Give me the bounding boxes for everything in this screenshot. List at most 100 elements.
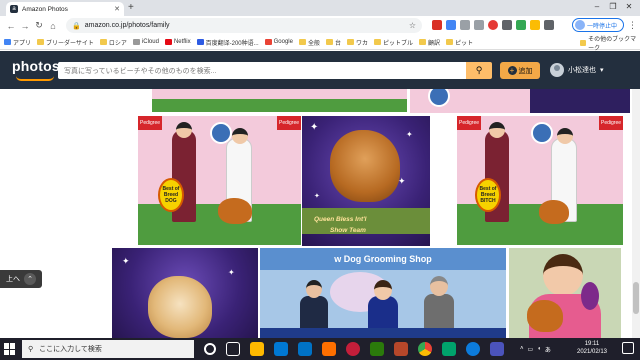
folder-icon bbox=[347, 39, 355, 45]
photo-thumbnail[interactable] bbox=[410, 89, 630, 113]
maximize-icon[interactable]: ❐ bbox=[606, 2, 620, 11]
bookmark-item[interactable]: 全般 bbox=[298, 38, 320, 47]
chrome-icon[interactable] bbox=[418, 342, 432, 356]
netflix-icon bbox=[164, 39, 172, 45]
add-button[interactable]: + 追加 bbox=[500, 62, 540, 79]
photo-thumbnail[interactable] bbox=[152, 89, 407, 112]
forward-icon[interactable]: → bbox=[18, 21, 32, 31]
ime-indicator[interactable]: あ bbox=[545, 345, 551, 354]
chevron-down-icon: ▾ bbox=[600, 67, 604, 74]
notification-icon[interactable] bbox=[622, 342, 634, 354]
shop-banner-text: w Dog Grooming Shop bbox=[334, 254, 432, 264]
browser-tab[interactable]: a Amazon Photos ✕ bbox=[6, 2, 124, 16]
menu-kebab-icon[interactable]: ⋮ bbox=[628, 20, 637, 31]
scrollbar-thumb[interactable] bbox=[633, 282, 639, 314]
search-button[interactable]: ⚲ bbox=[466, 62, 492, 79]
photo-thumbnail[interactable]: Pedigree Pedigree Best of Breed BITCH bbox=[457, 116, 623, 245]
app-icon[interactable] bbox=[322, 342, 336, 356]
baidu-icon bbox=[196, 39, 204, 45]
taskbar-search-input[interactable]: ⚲ ここに入力して検索 bbox=[22, 340, 194, 358]
folder-icon bbox=[374, 39, 382, 45]
apps-icon bbox=[4, 39, 11, 45]
bookmark-item[interactable]: iCloud bbox=[132, 39, 159, 45]
bookmark-item[interactable]: ピットブル bbox=[374, 38, 413, 47]
pause-label: 一時停止中 bbox=[587, 23, 618, 30]
download-extension-icon[interactable] bbox=[460, 20, 470, 30]
folder-icon bbox=[580, 39, 587, 46]
google-icon bbox=[264, 39, 272, 45]
extension-icon-3[interactable] bbox=[516, 20, 526, 30]
other-bookmarks[interactable]: その他のブックマーク bbox=[580, 35, 640, 52]
extension-icon-4[interactable] bbox=[530, 20, 540, 30]
plus-icon: + bbox=[507, 66, 517, 75]
photo-thumbnail[interactable]: ✦ ✦ ✦ ✦ Queen Bless Int'l Show Team bbox=[302, 116, 430, 246]
app-icon-4[interactable] bbox=[490, 342, 504, 356]
reload-icon[interactable]: ↻ bbox=[32, 20, 46, 31]
scroll-to-top-label: 上へ bbox=[6, 276, 20, 283]
bookmark-item[interactable]: Netflix bbox=[164, 39, 191, 45]
taskbar-clock[interactable]: 19:11 2021/02/13 bbox=[568, 340, 616, 356]
back-icon[interactable]: ← bbox=[4, 21, 18, 31]
close-tab-icon[interactable]: ✕ bbox=[114, 5, 120, 13]
photos-logo[interactable]: photos bbox=[12, 58, 60, 74]
tab-title: Amazon Photos bbox=[22, 5, 68, 13]
windows-start-icon[interactable] bbox=[4, 343, 16, 355]
profile-avatar bbox=[575, 20, 585, 30]
photo-search: 写真に写っているビーチやその他のものを検索... ⚲ bbox=[58, 62, 492, 79]
cortana-icon[interactable] bbox=[204, 343, 216, 355]
bookmark-item[interactable]: 台 bbox=[326, 38, 341, 47]
folder-icon bbox=[99, 39, 107, 45]
edge-icon[interactable] bbox=[466, 342, 480, 356]
new-tab-button[interactable]: + bbox=[128, 2, 134, 13]
url-text[interactable]: amazon.co.jp/photos/family bbox=[85, 22, 405, 29]
search-input[interactable]: 写真に写っているビーチやその他のものを検索... bbox=[58, 62, 466, 79]
close-window-icon[interactable]: ✕ bbox=[622, 2, 636, 11]
extension-icon[interactable] bbox=[474, 20, 484, 30]
folder-icon bbox=[419, 39, 427, 45]
best-of-breed-sign: Best of Breed DOG bbox=[158, 178, 184, 212]
photo-thumbnail[interactable] bbox=[509, 248, 621, 338]
profile-pause-button[interactable]: 一時停止中 bbox=[572, 18, 624, 32]
volume-icon[interactable]: ◖ bbox=[537, 346, 541, 352]
bookmark-item[interactable]: ロシア bbox=[99, 38, 127, 47]
bookmark-item[interactable]: ブリーダーサイト bbox=[37, 38, 94, 47]
photo-thumbnail[interactable]: ✦ ✦ bbox=[112, 248, 258, 338]
mail-icon[interactable] bbox=[298, 342, 312, 356]
minimize-icon[interactable]: – bbox=[590, 2, 604, 11]
pdf-extension-icon[interactable] bbox=[432, 20, 442, 30]
bookmark-item[interactable]: ピット bbox=[446, 38, 473, 47]
app-icon-3[interactable] bbox=[442, 342, 456, 356]
bookmark-item[interactable]: アプリ bbox=[4, 38, 31, 47]
scroll-to-top-button[interactable]: 上へ ⌃ bbox=[0, 270, 42, 288]
adblock-extension-icon[interactable] bbox=[488, 20, 498, 30]
user-avatar bbox=[550, 63, 564, 77]
folder-icon bbox=[326, 39, 333, 45]
app-icon-2[interactable] bbox=[346, 342, 360, 356]
address-bar[interactable]: 🔒 amazon.co.jp/photos/family ☆ bbox=[66, 18, 422, 33]
bookmark-item[interactable]: ワカ bbox=[347, 38, 368, 47]
powerpoint-icon[interactable] bbox=[394, 342, 408, 356]
store-icon[interactable] bbox=[274, 342, 288, 356]
network-icon[interactable]: ▭ bbox=[528, 346, 534, 353]
chevron-up-icon[interactable]: ˄ bbox=[520, 346, 524, 352]
translate-extension-icon[interactable] bbox=[446, 20, 456, 30]
bookmark-item[interactable]: Google bbox=[264, 39, 293, 45]
task-view-icon[interactable] bbox=[226, 342, 240, 356]
clock-time: 19:11 bbox=[584, 341, 600, 347]
extension-icon-2[interactable] bbox=[502, 20, 512, 30]
home-icon[interactable]: ⌂ bbox=[46, 21, 60, 31]
folder-icon bbox=[298, 39, 306, 45]
bookmark-item[interactable]: 顧訳 bbox=[419, 38, 440, 47]
photo-banner: Pedigree bbox=[599, 116, 623, 130]
extensions-puzzle-icon[interactable] bbox=[544, 20, 554, 30]
excel-icon[interactable] bbox=[370, 342, 384, 356]
photo-caption: Queen Bless Int'l bbox=[314, 216, 367, 223]
user-name: 小松達也 bbox=[568, 67, 596, 74]
bookmark-star-icon[interactable]: ☆ bbox=[409, 21, 416, 30]
photo-thumbnail[interactable]: Pedigree Pedigree Best of Breed DOG bbox=[138, 116, 301, 245]
user-menu[interactable]: 小松達也 ▾ bbox=[550, 61, 604, 79]
file-explorer-icon[interactable] bbox=[250, 342, 264, 356]
photo-thumbnail[interactable]: w Dog Grooming Shop bbox=[260, 248, 506, 338]
photo-banner: Pedigree bbox=[277, 116, 301, 130]
bookmark-item[interactable]: 百度翻译-200种语... bbox=[196, 38, 259, 47]
